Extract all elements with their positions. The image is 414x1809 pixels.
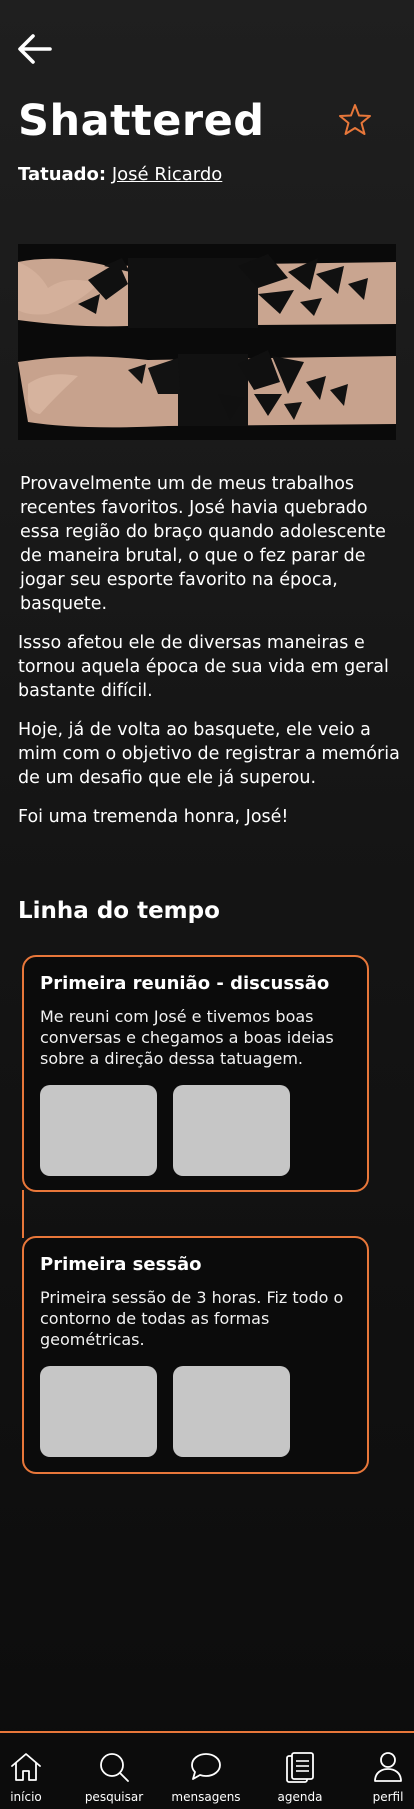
nav-label: perfil [372,1790,404,1804]
home-icon [11,1753,41,1781]
page-title: Shattered [18,96,265,146]
timeline-card-text: Me reuni com José e tivemos boas convers… [40,1007,334,1068]
description: Provavelmente um de meus trabalhos recen… [18,472,402,844]
nav-label: agenda [277,1790,323,1804]
artist-label: Tatuado: [18,164,107,185]
timeline-card-text: Primeira sessão de 3 horas. Fiz todo o c… [40,1288,344,1349]
photo-placeholder[interactable] [40,1366,157,1457]
description-paragraph: Issso afetou ele de diversas maneiras e … [18,633,389,701]
nav-item-mensagens[interactable]: mensagens [164,1733,248,1809]
nav-item-agenda[interactable]: agenda [258,1733,342,1809]
profile-icon [374,1752,402,1782]
photo-placeholder[interactable] [40,1085,157,1176]
search-icon [100,1753,129,1782]
timeline-card[interactable]: Primeira sessão Primeira sessão de 3 hor… [22,1236,369,1474]
timeline-card[interactable]: Primeira reunião - discussão Me reuni co… [22,955,369,1192]
agenda-icon [286,1752,314,1783]
photo-placeholder[interactable] [173,1085,290,1176]
timeline-connector [22,1190,24,1238]
description-paragraph: Hoje, já de volta ao basquete, ele veio … [18,720,400,788]
photo-placeholder[interactable] [173,1366,290,1457]
bottom-nav: início pesquisar mensagens agenda perfil [0,1731,414,1809]
star-outline-icon [339,104,371,135]
back-button[interactable] [16,30,54,68]
chat-icon [191,1753,221,1780]
timeline-photos [40,1085,351,1176]
nav-label: mensagens [171,1790,241,1804]
arrow-left-icon [18,34,52,64]
description-paragraph: Provavelmente um de meus trabalhos recen… [20,474,386,614]
tattoo-photo [18,244,396,440]
nav-item-pesquisar[interactable]: pesquisar [72,1733,156,1809]
nav-item-perfil[interactable]: perfil [346,1733,414,1809]
timeline-card-title: Primeira reunião - discussão [40,973,330,994]
timeline-photos [40,1366,351,1457]
nav-label: pesquisar [84,1790,144,1804]
nav-label: início [10,1790,42,1804]
timeline-card-title: Primeira sessão [40,1254,202,1275]
nav-item-inicio[interactable]: início [0,1733,68,1809]
artist-line: Tatuado: José Ricardo [18,164,222,185]
favorite-button[interactable] [338,103,372,137]
description-paragraph: Foi uma tremenda honra, José! [18,807,289,827]
artist-link[interactable]: José Ricardo [112,164,222,185]
timeline-title: Linha do tempo [18,898,220,924]
